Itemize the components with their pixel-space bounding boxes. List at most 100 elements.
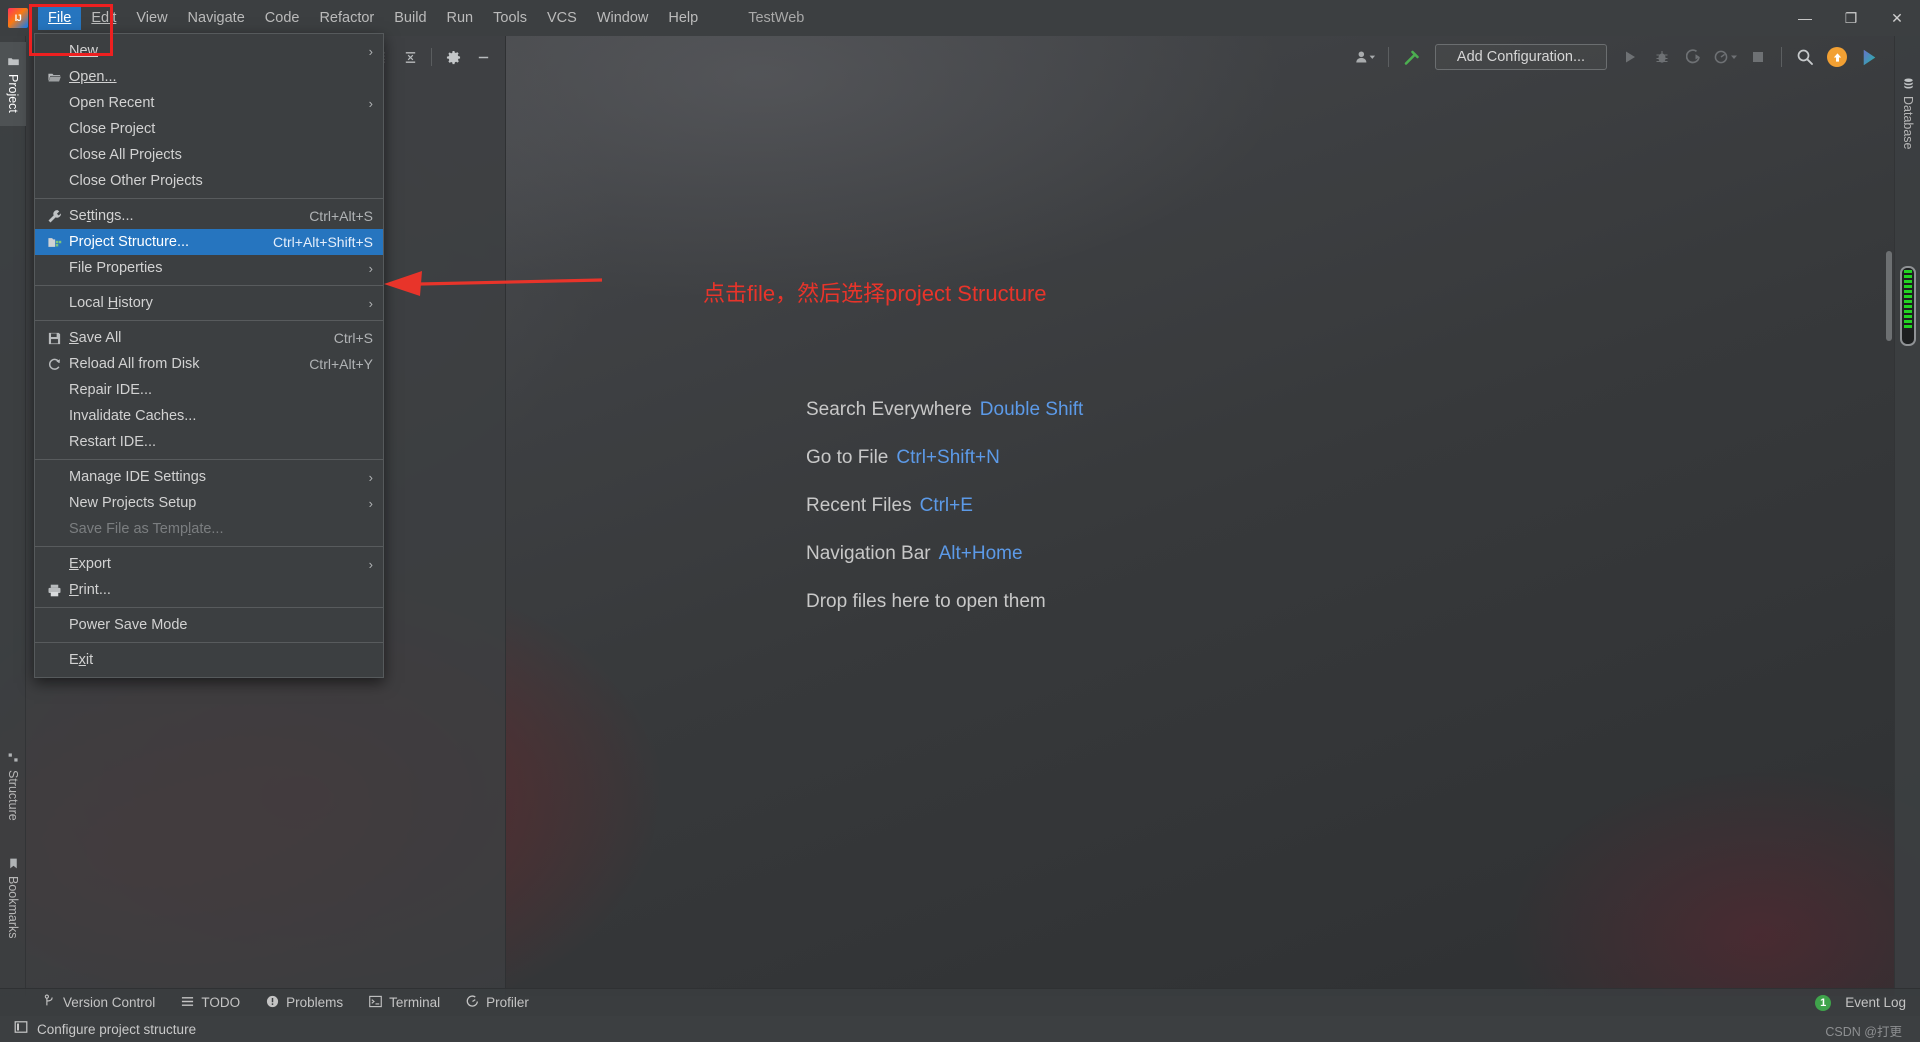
add-configuration-button[interactable]: Add Configuration... xyxy=(1435,44,1607,70)
sidebar-label-database: Database xyxy=(1901,95,1915,150)
menu-item-power-save-mode[interactable]: Power Save Mode xyxy=(35,612,383,638)
update-icon[interactable] xyxy=(1822,42,1852,72)
bottom-item-version-control[interactable]: Version Control xyxy=(30,994,168,1011)
bottom-item-profiler[interactable]: Profiler xyxy=(453,994,542,1011)
menu-vcs[interactable]: VCS xyxy=(537,6,587,30)
sidebar-item-bookmarks[interactable]: Bookmarks xyxy=(0,844,26,952)
status-bar: Configure project structure xyxy=(0,1016,1920,1042)
profiler-icon xyxy=(466,994,479,1011)
menu-tools[interactable]: Tools xyxy=(483,6,537,30)
minimize-button[interactable]: — xyxy=(1782,0,1828,36)
memory-indicator[interactable] xyxy=(1900,266,1916,346)
menu-item-exit[interactable]: Exit xyxy=(35,647,383,673)
right-tool-strip: Database xyxy=(1894,36,1920,996)
wrench-icon xyxy=(47,209,69,224)
menu-separator xyxy=(35,546,383,547)
menu-separator xyxy=(35,642,383,643)
menu-separator xyxy=(35,459,383,460)
idea-feature-icon[interactable] xyxy=(1854,42,1884,72)
database-icon xyxy=(1901,77,1915,90)
bottom-item-todo[interactable]: TODO xyxy=(168,995,253,1011)
menu-item-shortcut: Ctrl+Alt+Shift+S xyxy=(273,234,373,250)
sidebar-item-database[interactable]: Database xyxy=(1895,58,1920,168)
hide-panel-icon[interactable] xyxy=(469,43,497,71)
settings-gear-icon[interactable] xyxy=(439,43,467,71)
bottom-tool-window-bar: Version Control TODO Problems Terminal P… xyxy=(0,988,1920,1016)
menu-item-open[interactable]: Open... xyxy=(35,64,383,90)
menu-view[interactable]: View xyxy=(126,6,177,30)
bottom-item-problems[interactable]: Problems xyxy=(253,995,356,1011)
left-tool-strip: Project Structure Bookmarks xyxy=(0,36,26,996)
menu-edit[interactable]: Edit xyxy=(81,6,126,30)
menu-navigate-label: Navigate xyxy=(187,10,245,26)
branch-icon xyxy=(43,994,56,1011)
menu-build[interactable]: Build xyxy=(384,6,436,30)
menu-help[interactable]: Help xyxy=(658,6,708,30)
menu-item-shortcut: Ctrl+Alt+Y xyxy=(309,356,373,372)
sidebar-item-structure[interactable]: Structure xyxy=(0,736,26,836)
run-icon[interactable] xyxy=(1615,42,1645,72)
menu-item-local-history[interactable]: Local History › xyxy=(35,290,383,316)
maximize-button[interactable]: ❐ xyxy=(1828,0,1874,36)
window-title: TestWeb xyxy=(748,10,805,26)
menu-item-save-all[interactable]: Save All Ctrl+S xyxy=(35,325,383,351)
run-with-coverage-icon[interactable] xyxy=(1679,42,1709,72)
list-icon xyxy=(181,995,194,1011)
menu-item-file-properties[interactable]: File Properties › xyxy=(35,255,383,281)
menu-item-label: New xyxy=(69,43,99,59)
menu-item-reload-all-from-disk[interactable]: Reload All from Disk Ctrl+Alt+Y xyxy=(35,351,383,377)
tip-shortcut: Ctrl+E xyxy=(919,495,973,516)
menu-navigate[interactable]: Navigate xyxy=(178,6,255,30)
bottom-item-terminal[interactable]: Terminal xyxy=(356,995,453,1011)
menu-item-shortcut: Ctrl+S xyxy=(333,330,373,346)
menu-item-restart-ide[interactable]: Restart IDE... xyxy=(35,429,383,455)
close-button[interactable]: ✕ xyxy=(1874,0,1920,36)
tip-action: Recent Files xyxy=(806,495,912,516)
toolbar-divider xyxy=(431,48,432,66)
menu-item-manage-ide-settings[interactable]: Manage IDE Settings › xyxy=(35,464,383,490)
intellij-idea-window: Project Structure Bookmarks Database Add… xyxy=(0,0,1920,1042)
menu-item-project-structure[interactable]: Project Structure... Ctrl+Alt+Shift+S xyxy=(35,229,383,255)
user-dropdown-icon[interactable] xyxy=(1350,42,1380,72)
menu-item-invalidate-caches[interactable]: Invalidate Caches... xyxy=(35,403,383,429)
menu-window[interactable]: Window xyxy=(587,6,659,30)
menu-item-save-file-as-template: Save File as Template... xyxy=(35,516,383,542)
debug-icon[interactable] xyxy=(1647,42,1677,72)
menu-item-close-other-projects[interactable]: Close Other Projects xyxy=(35,168,383,194)
hammer-icon[interactable] xyxy=(1397,42,1427,72)
expand-all-icon[interactable] xyxy=(396,43,424,71)
editor-tips: Search Everywhere Double Shift Go to File… xyxy=(806,399,1083,639)
sidebar-label-structure: Structure xyxy=(6,770,20,821)
menu-run[interactable]: Run xyxy=(437,6,484,30)
menu-item-export[interactable]: Export › xyxy=(35,551,383,577)
menu-item-label: Save File as Template... xyxy=(69,521,224,537)
search-icon[interactable] xyxy=(1790,42,1820,72)
tip-row: Recent Files Ctrl+E xyxy=(806,495,1083,517)
menu-item-close-all-projects[interactable]: Close All Projects xyxy=(35,142,383,168)
menu-item-print[interactable]: Print... xyxy=(35,577,383,603)
menu-refactor[interactable]: Refactor xyxy=(309,6,384,30)
menu-item-open-recent[interactable]: Open Recent › xyxy=(35,90,383,116)
printer-icon xyxy=(47,583,69,598)
menu-item-label: Save All xyxy=(69,330,122,346)
menu-run-label: Run xyxy=(446,10,474,26)
exclamation-circle-icon xyxy=(266,995,279,1011)
menu-item-repair-ide[interactable]: Repair IDE... xyxy=(35,377,383,403)
menu-item-label: Close Project xyxy=(69,121,156,137)
menu-code[interactable]: Code xyxy=(255,6,310,30)
save-icon xyxy=(47,331,69,346)
editor-vertical-scrollbar[interactable] xyxy=(1886,251,1892,341)
menu-file[interactable]: File xyxy=(38,6,82,30)
profile-dropdown-icon[interactable] xyxy=(1711,42,1741,72)
stop-icon[interactable] xyxy=(1743,42,1773,72)
bottom-bar-right: 1 Event Log xyxy=(1802,994,1920,1011)
menu-item-label: Restart IDE... xyxy=(69,434,157,450)
menu-item-new[interactable]: New › xyxy=(35,38,383,64)
menu-item-label: Open Recent xyxy=(69,95,155,111)
menu-item-new-projects-setup[interactable]: New Projects Setup › xyxy=(35,490,383,516)
bottom-item-event-log[interactable]: 1 Event Log xyxy=(1802,994,1910,1011)
menu-item-settings[interactable]: Settings... Ctrl+Alt+S xyxy=(35,203,383,229)
tip-action: Navigation Bar xyxy=(806,543,931,564)
sidebar-item-project[interactable]: Project xyxy=(0,42,26,126)
menu-item-close-project[interactable]: Close Project xyxy=(35,116,383,142)
